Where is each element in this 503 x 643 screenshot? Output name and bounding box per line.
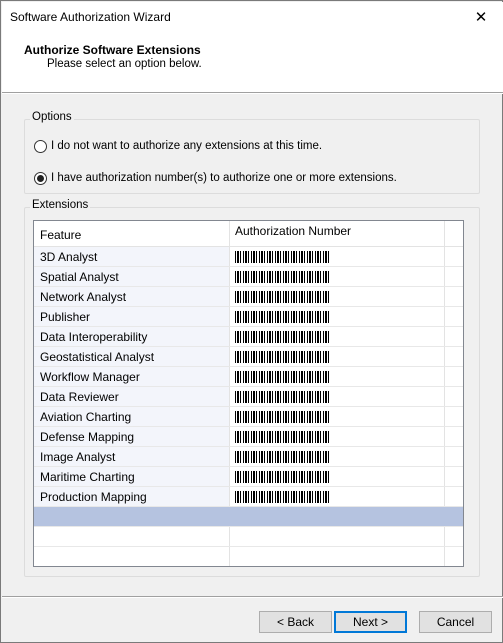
authorization-number-cell[interactable] [235,491,329,503]
footer-divider [2,596,503,598]
feature-cell: Aviation Charting [40,410,132,424]
authorization-number-cell[interactable] [235,451,329,463]
grid-header-row: Feature Authorization Number [34,221,463,247]
authorization-number-cell[interactable] [235,471,329,483]
feature-cell: Network Analyst [40,290,127,304]
authorization-number-cell[interactable] [235,411,329,423]
table-row[interactable]: Data Interoperability [34,327,463,347]
table-row-empty [34,527,463,547]
wizard-window: Software Authorization Wizard ✕ Authoriz… [0,0,503,643]
radio-no-extensions[interactable]: I do not want to authorize any extension… [34,138,322,154]
table-row[interactable]: Image Analyst [34,447,463,467]
close-icon[interactable]: ✕ [463,2,499,32]
page-subtitle: Please select an option below. [47,58,202,70]
page-title: Authorize Software Extensions [24,43,201,57]
table-row[interactable]: Data Reviewer [34,387,463,407]
window-title: Software Authorization Wizard [10,10,171,24]
feature-cell: 3D Analyst [40,250,98,264]
title-bar: Software Authorization Wizard ✕ [2,2,503,32]
column-header-authorization-number[interactable]: Authorization Number [235,224,351,238]
feature-cell: Data Interoperability [40,330,148,344]
radio-label: I do not want to authorize any extension… [51,140,323,152]
authorization-number-cell[interactable] [235,331,329,343]
table-row[interactable]: Workflow Manager [34,367,463,387]
authorization-number-cell[interactable] [235,291,329,303]
table-row[interactable]: Defense Mapping [34,427,463,447]
options-group-label: Options [30,111,74,123]
next-button[interactable]: Next > [334,611,407,633]
authorization-number-cell[interactable] [235,391,329,403]
table-row-empty [34,547,463,566]
extensions-grid[interactable]: Feature Authorization Number 3D Analyst … [33,220,464,567]
back-button[interactable]: < Back [259,611,332,633]
radio-have-authorization[interactable]: I have authorization number(s) to author… [34,170,397,186]
radio-button-checked[interactable] [34,171,47,185]
feature-cell: Workflow Manager [40,370,140,384]
feature-cell: Image Analyst [40,450,116,464]
table-row[interactable]: Spatial Analyst [34,267,463,287]
radio-label: I have authorization number(s) to author… [51,172,397,184]
feature-cell: Maritime Charting [40,470,135,484]
table-row[interactable]: Network Analyst [34,287,463,307]
cancel-button[interactable]: Cancel [419,611,492,633]
extensions-group-label: Extensions [30,199,91,211]
table-row[interactable]: Aviation Charting [34,407,463,427]
feature-cell: Data Reviewer [40,390,119,404]
authorization-number-cell[interactable] [235,271,329,283]
table-row[interactable]: 3D Analyst [34,247,463,267]
table-row-new-selected[interactable] [34,507,463,527]
authorization-number-cell[interactable] [235,311,329,323]
table-row[interactable]: Production Mapping [34,487,463,507]
wizard-header: Authorize Software Extensions Please sel… [2,32,503,92]
radio-button[interactable] [34,139,47,153]
authorization-number-cell[interactable] [235,371,329,383]
table-row[interactable]: Publisher [34,307,463,327]
column-header-feature[interactable]: Feature [40,228,81,242]
authorization-number-cell[interactable] [235,431,329,443]
feature-cell: Defense Mapping [40,430,135,444]
feature-cell: Geostatistical Analyst [40,350,155,364]
header-divider [2,92,503,94]
table-row[interactable]: Geostatistical Analyst [34,347,463,367]
feature-cell: Publisher [40,310,91,324]
authorization-number-cell[interactable] [235,351,329,363]
feature-cell: Spatial Analyst [40,270,119,284]
table-row[interactable]: Maritime Charting [34,467,463,487]
authorization-number-cell[interactable] [235,251,329,263]
feature-cell: Production Mapping [40,490,147,504]
